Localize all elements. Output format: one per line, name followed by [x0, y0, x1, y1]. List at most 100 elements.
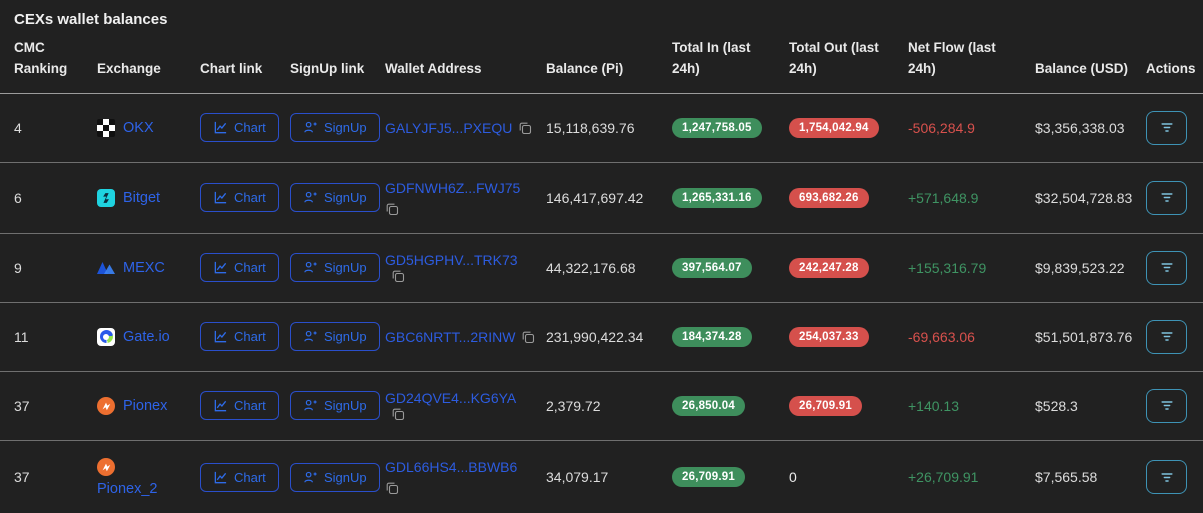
cex-wallet-balances-table: CMC Ranking Exchange Chart link SignUp l… [0, 28, 1203, 513]
line-chart-icon [213, 329, 228, 344]
balance-usd-value: $51,501,873.76 [1035, 302, 1146, 371]
table-row: 11 Gate.io Chart SignUp GBC6NRTT...2RINW… [0, 302, 1203, 371]
gate-logo-icon [97, 328, 115, 346]
person-plus-icon [303, 120, 318, 135]
chart-button[interactable]: Chart [200, 391, 279, 420]
chart-button[interactable]: Chart [200, 113, 279, 142]
copy-address-button[interactable] [391, 269, 405, 283]
cmc-ranking-value: 11 [0, 302, 97, 371]
chart-button[interactable]: Chart [200, 253, 279, 282]
line-chart-icon [213, 260, 228, 275]
copy-icon [385, 481, 399, 495]
table-header: CMC Ranking Exchange Chart link SignUp l… [0, 28, 1203, 93]
net-flow-value: +26,709.91 [908, 469, 978, 485]
copy-icon [385, 202, 399, 216]
signup-button[interactable]: SignUp [290, 253, 380, 282]
copy-icon [518, 121, 532, 135]
chart-button[interactable]: Chart [200, 463, 279, 492]
bitget-logo-icon [97, 189, 115, 207]
exchange-cell: OKX [97, 119, 190, 137]
exchange-link-pionex-2[interactable]: Pionex_2 [97, 481, 157, 497]
balance-pi-value: 231,990,422.34 [546, 302, 672, 371]
column-header-exchange: Exchange [97, 28, 200, 93]
balance-usd-value: $528.3 [1035, 371, 1146, 440]
table-row: 37 Pionex Chart SignUp GD24QVE4...KG6YA … [0, 371, 1203, 440]
column-header-chart-link: Chart link [200, 28, 290, 93]
filter-icon [1160, 331, 1174, 342]
column-header-wallet-address: Wallet Address [385, 28, 546, 93]
row-actions-button[interactable] [1146, 251, 1187, 285]
copy-address-button[interactable] [391, 407, 405, 421]
person-plus-icon [303, 329, 318, 344]
wallet-address-link[interactable]: GD24QVE4...KG6YA [385, 390, 516, 406]
net-flow-value: -69,663.06 [908, 329, 975, 345]
row-actions-button[interactable] [1146, 460, 1187, 494]
person-plus-icon [303, 398, 318, 413]
table-row: 37 Pionex_2 Chart SignUp GDL66HS4...BBWB… [0, 440, 1203, 513]
cmc-ranking-value: 9 [0, 233, 97, 302]
signup-button[interactable]: SignUp [290, 113, 380, 142]
line-chart-icon [213, 470, 228, 485]
copy-address-button[interactable] [518, 121, 532, 135]
wallet-address-cell: GALYJFJ5...PXEQU [385, 120, 532, 136]
row-actions-button[interactable] [1146, 320, 1187, 354]
column-header-balance-usd: Balance (USD) [1035, 28, 1146, 93]
net-flow-value: +140.13 [908, 398, 959, 414]
balance-usd-value: $9,839,523.22 [1035, 233, 1146, 302]
cmc-ranking-value: 6 [0, 162, 97, 233]
okx-logo-icon [97, 119, 115, 137]
copy-address-button[interactable] [385, 202, 399, 216]
filter-icon [1160, 192, 1174, 203]
wallet-address-link[interactable]: GALYJFJ5...PXEQU [385, 120, 512, 136]
wallet-address-link[interactable]: GDFNWH6Z...FWJ75 [385, 180, 520, 196]
copy-icon [391, 269, 405, 283]
person-plus-icon [303, 190, 318, 205]
mexc-logo-icon [97, 259, 115, 277]
wallet-address-link[interactable]: GD5HGPHV...TRK73 [385, 252, 518, 268]
copy-icon [521, 330, 535, 344]
signup-button[interactable]: SignUp [290, 463, 380, 492]
column-header-total-in: Total In (last 24h) [672, 28, 789, 93]
column-header-actions: Actions [1146, 28, 1203, 93]
exchange-cell: MEXC [97, 259, 190, 277]
signup-button[interactable]: SignUp [290, 322, 380, 351]
filter-icon [1160, 472, 1174, 483]
pionex-logo-icon [97, 458, 115, 476]
signup-button[interactable]: SignUp [290, 391, 380, 420]
row-actions-button[interactable] [1146, 111, 1187, 145]
balance-pi-value: 2,379.72 [546, 371, 672, 440]
table-row: 4 OKX Chart SignUp GALYJFJ5...PXEQU 15,1… [0, 93, 1203, 162]
total-in-badge: 26,850.04 [672, 396, 745, 416]
total-in-badge: 1,247,758.05 [672, 118, 762, 138]
copy-address-button[interactable] [521, 330, 535, 344]
exchange-link-bitget[interactable]: Bitget [123, 190, 160, 206]
wallet-address-link[interactable]: GDL66HS4...BBWB6 [385, 459, 517, 475]
net-flow-value: -506,284.9 [908, 120, 975, 136]
cmc-ranking-value: 37 [0, 371, 97, 440]
table-row: 9 MEXC Chart SignUp GD5HGPHV...TRK73 44,… [0, 233, 1203, 302]
chart-button[interactable]: Chart [200, 183, 279, 212]
copy-icon [391, 407, 405, 421]
line-chart-icon [213, 190, 228, 205]
wallet-address-link[interactable]: GBC6NRTT...2RINW [385, 329, 515, 345]
exchange-link-gate[interactable]: Gate.io [123, 329, 170, 345]
exchange-link-mexc[interactable]: MEXC [123, 260, 165, 276]
exchange-link-pionex[interactable]: Pionex [123, 398, 167, 414]
line-chart-icon [213, 120, 228, 135]
exchange-link-okx[interactable]: OKX [123, 120, 154, 136]
signup-button[interactable]: SignUp [290, 183, 380, 212]
row-actions-button[interactable] [1146, 181, 1187, 215]
column-header-signup-link: SignUp link [290, 28, 385, 93]
column-header-net-flow: Net Flow (last 24h) [908, 28, 1035, 93]
exchange-cell: Bitget [97, 189, 190, 207]
exchange-cell: Gate.io [97, 328, 190, 346]
row-actions-button[interactable] [1146, 389, 1187, 423]
chart-button[interactable]: Chart [200, 322, 279, 351]
column-header-total-out: Total Out (last 24h) [789, 28, 908, 93]
total-out-badge: 1,754,042.94 [789, 118, 879, 138]
filter-icon [1160, 122, 1174, 133]
copy-address-button[interactable] [385, 481, 399, 495]
wallet-address-cell: GD24QVE4...KG6YA [385, 390, 516, 422]
header-row: CMC Ranking Exchange Chart link SignUp l… [0, 28, 1203, 93]
exchange-cell: Pionex [97, 397, 190, 415]
